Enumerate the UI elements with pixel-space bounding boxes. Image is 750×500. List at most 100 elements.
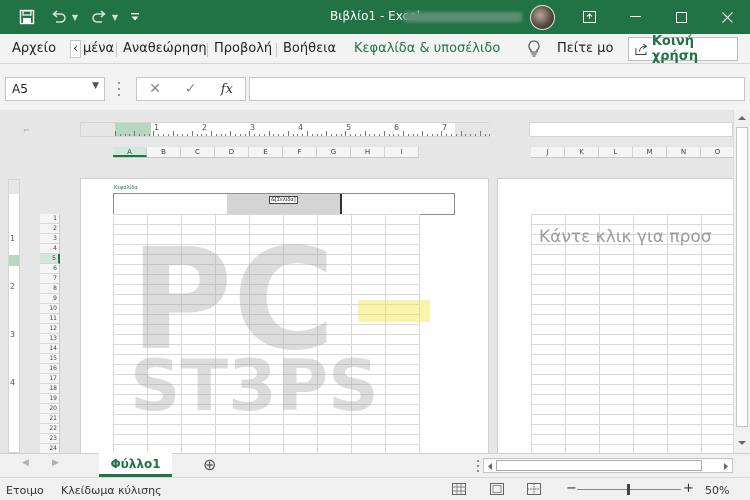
cell-grid-page2[interactable] xyxy=(531,214,733,453)
grid-line-horizontal xyxy=(531,344,733,345)
column-header[interactable]: F xyxy=(283,147,317,157)
sheet-nav-left-icon[interactable]: ◀ xyxy=(22,458,29,468)
header-page-field[interactable]: &[Σελίδα] xyxy=(269,196,298,204)
zoom-level[interactable]: 50% xyxy=(705,484,729,497)
page-layout-area[interactable]: ⌐ 1234567 ABCDEFGHI JKLMNO 1234 Κεφαλίδα… xyxy=(0,110,733,453)
column-header[interactable]: L xyxy=(599,147,633,157)
ribbon-scroll-left-button[interactable]: ‹ xyxy=(70,40,81,58)
zoom-out-button[interactable]: − xyxy=(566,481,577,496)
row-header[interactable]: 24 xyxy=(40,444,60,453)
tab-split-grip-icon[interactable] xyxy=(477,460,480,472)
header-center-section[interactable]: &[Σελίδα] xyxy=(227,194,342,214)
column-header[interactable]: I xyxy=(385,147,419,157)
lightbulb-icon[interactable] xyxy=(528,40,540,60)
sheet-nav-right-icon[interactable]: ▶ xyxy=(52,458,59,468)
redo-icon[interactable] xyxy=(88,0,110,34)
page-2[interactable]: Κάντε κλικ για προσ xyxy=(497,178,733,453)
normal-view-icon[interactable] xyxy=(452,483,466,495)
column-header[interactable]: C xyxy=(181,147,215,157)
row-header[interactable]: 22 xyxy=(40,424,60,434)
tab-partial[interactable]: μένα xyxy=(83,41,114,56)
sheet-tab-fyllo1[interactable]: Φύλλο1 xyxy=(99,453,172,477)
row-header[interactable]: 16 xyxy=(40,364,60,374)
column-header[interactable]: D xyxy=(215,147,249,157)
add-sheet-icon[interactable]: ⊕ xyxy=(203,455,216,474)
zoom-in-button[interactable]: + xyxy=(683,481,694,496)
row-header[interactable]: 20 xyxy=(40,404,60,414)
column-header[interactable]: B xyxy=(147,147,181,157)
page-break-preview-icon[interactable] xyxy=(527,483,541,495)
undo-icon[interactable] xyxy=(48,0,70,34)
row-header[interactable]: 1 xyxy=(40,214,60,224)
row-header[interactable]: 11 xyxy=(40,314,60,324)
column-header[interactable]: J xyxy=(531,147,565,157)
undo-dropdown-icon[interactable]: ▼ xyxy=(70,0,80,34)
tab-help[interactable]: Βοήθεια xyxy=(283,41,336,56)
header-area[interactable]: &[Σελίδα] xyxy=(113,193,455,215)
close-icon[interactable] xyxy=(704,0,750,34)
enter-entry-icon[interactable]: ✓ xyxy=(185,81,197,97)
page2-header-placeholder[interactable]: Κάντε κλικ για προσ xyxy=(539,227,712,247)
row-header[interactable]: 12 xyxy=(40,324,60,334)
row-header[interactable]: 18 xyxy=(40,384,60,394)
row-header[interactable]: 14 xyxy=(40,344,60,354)
page-layout-view-icon[interactable] xyxy=(490,483,504,495)
column-header[interactable]: N xyxy=(667,147,701,157)
customize-qat-icon[interactable] xyxy=(128,0,142,34)
scroll-left-icon[interactable] xyxy=(486,462,494,471)
formula-bar-grip-icon[interactable] xyxy=(118,82,121,96)
scroll-up-icon[interactable] xyxy=(737,114,747,122)
column-header[interactable]: M xyxy=(633,147,667,157)
maximize-icon[interactable] xyxy=(658,0,704,34)
minimize-icon[interactable] xyxy=(612,0,658,34)
row-header[interactable]: 4 xyxy=(40,244,60,254)
zoom-slider-thumb[interactable] xyxy=(627,484,630,495)
ruler-tick xyxy=(215,134,217,136)
row-header[interactable]: 2 xyxy=(40,224,60,234)
redo-dropdown-icon[interactable]: ▼ xyxy=(110,0,120,34)
tab-view[interactable]: Προβολή xyxy=(214,41,272,56)
horizontal-ruler-page2[interactable] xyxy=(529,122,733,137)
row-header[interactable]: 7 xyxy=(40,274,60,284)
column-headers-page2: JKLMNO xyxy=(531,147,733,158)
name-box[interactable]: A5 ▼ xyxy=(5,77,105,101)
scroll-down-icon[interactable] xyxy=(737,439,747,447)
column-header[interactable]: A xyxy=(113,147,147,157)
row-header[interactable]: 10 xyxy=(40,304,60,314)
row-header[interactable]: 3 xyxy=(40,234,60,244)
horizontal-scroll-thumb[interactable] xyxy=(496,460,702,471)
row-header[interactable]: 8 xyxy=(40,284,60,294)
row-header[interactable]: 5 xyxy=(40,254,60,264)
ribbon-display-icon[interactable] xyxy=(566,0,612,34)
cancel-entry-icon[interactable]: ✕ xyxy=(149,81,161,97)
column-header[interactable]: E xyxy=(249,147,283,157)
vertical-ruler[interactable]: 1 2 3 4 xyxy=(8,179,20,453)
row-header[interactable]: 15 xyxy=(40,354,60,364)
row-header[interactable]: 17 xyxy=(40,374,60,384)
row-header[interactable]: 9 xyxy=(40,294,60,304)
column-header[interactable]: G xyxy=(317,147,351,157)
tell-me-search[interactable]: Πείτε μο xyxy=(557,41,613,56)
name-box-dropdown-icon[interactable]: ▼ xyxy=(92,81,99,91)
column-header[interactable]: H xyxy=(351,147,385,157)
column-header[interactable]: O xyxy=(701,147,733,157)
row-header[interactable]: 6 xyxy=(40,264,60,274)
tab-review[interactable]: Αναθεώρηση xyxy=(123,41,207,56)
row-header[interactable]: 19 xyxy=(40,394,60,404)
scroll-right-icon[interactable] xyxy=(722,462,730,471)
row-header[interactable]: 23 xyxy=(40,434,60,444)
row-header[interactable]: 13 xyxy=(40,334,60,344)
vertical-scrollbar[interactable] xyxy=(733,110,750,453)
row-header[interactable]: 21 xyxy=(40,414,60,424)
column-header[interactable]: K xyxy=(565,147,599,157)
tab-file[interactable]: Αρχείο xyxy=(12,41,56,56)
formula-input[interactable] xyxy=(249,77,745,101)
tab-header-footer[interactable]: Κεφαλίδα & υποσέλιδο xyxy=(354,41,500,56)
share-button[interactable]: Κοινή χρήση xyxy=(628,34,738,64)
horizontal-ruler[interactable]: 1 2 3 4 5 6 7 xyxy=(80,122,491,137)
save-icon[interactable] xyxy=(14,0,40,34)
avatar[interactable] xyxy=(530,5,555,30)
horizontal-scrollbar[interactable] xyxy=(483,458,733,473)
insert-function-icon[interactable]: fx xyxy=(221,82,233,97)
vertical-scroll-thumb[interactable] xyxy=(736,127,748,427)
